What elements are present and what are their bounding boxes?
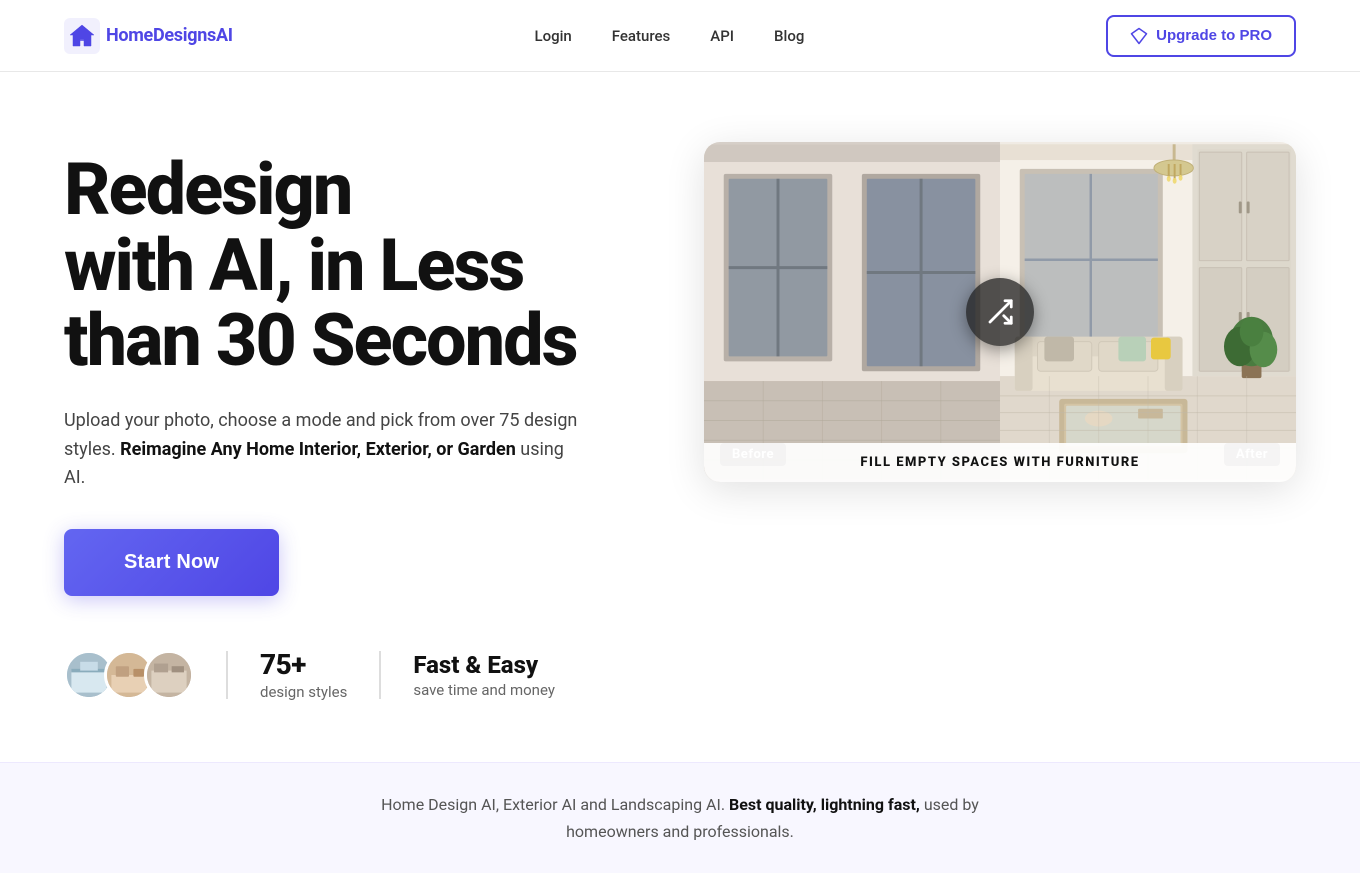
bottom-text: Home Design AI, Exterior AI and Landscap… [380,791,980,845]
stat-fast-easy: Fast & Easy save time and money [413,651,555,699]
stat-subtitle: save time and money [413,681,555,699]
before-panel: Before [704,142,1000,482]
stat-divider-2 [379,651,381,699]
fill-label-rest: WITH FURNITURE [1009,455,1140,470]
nav-api[interactable]: API [710,27,734,45]
avatar-stack [64,650,194,700]
upgrade-label: Upgrade to PRO [1156,27,1272,44]
start-now-button[interactable]: Start Now [64,529,279,596]
nav-blog[interactable]: Blog [774,27,804,45]
stat-label: design styles [260,683,347,701]
bottom-section: Home Design AI, Exterior AI and Landscap… [0,762,1360,873]
after-room-illustration [1000,142,1296,482]
fill-banner: FILL EMPTY SPACES WITH FURNITURE [704,443,1296,482]
before-room-illustration [704,142,1000,482]
before-after-container: Before [704,142,1296,482]
after-panel: After [1000,142,1296,482]
upgrade-button[interactable]: Upgrade to PRO [1106,15,1296,57]
avatar-3 [144,650,194,700]
fill-label-bold: FILL EMPTY SPACES [860,455,1008,470]
logo-text: HomeDesignsAI [106,25,233,46]
shuffle-button[interactable] [966,278,1034,346]
diamond-icon [1130,27,1148,45]
navbar: HomeDesignsAI Login Features API Blog Up… [0,0,1360,72]
stat-design-styles: 75+ design styles [260,648,347,701]
stat-number: 75+ [260,648,347,681]
hero-heading: Redesign with AI, in Less than 30 Second… [64,152,644,379]
nav-links: Login Features API Blog [534,26,804,45]
hero-section: Redesign with AI, in Less than 30 Second… [0,72,1360,762]
hero-left: Redesign with AI, in Less than 30 Second… [64,132,644,701]
stats-row: 75+ design styles Fast & Easy save time … [64,648,644,701]
shuffle-icon [985,297,1015,327]
stat-title: Fast & Easy [413,651,555,679]
logo-icon [64,18,100,54]
nav-login[interactable]: Login [534,27,571,45]
stat-divider-1 [226,651,228,699]
hero-subtext: Upload your photo, choose a mode and pic… [64,407,584,493]
nav-features[interactable]: Features [612,27,670,45]
logo-link[interactable]: HomeDesignsAI [64,18,233,54]
